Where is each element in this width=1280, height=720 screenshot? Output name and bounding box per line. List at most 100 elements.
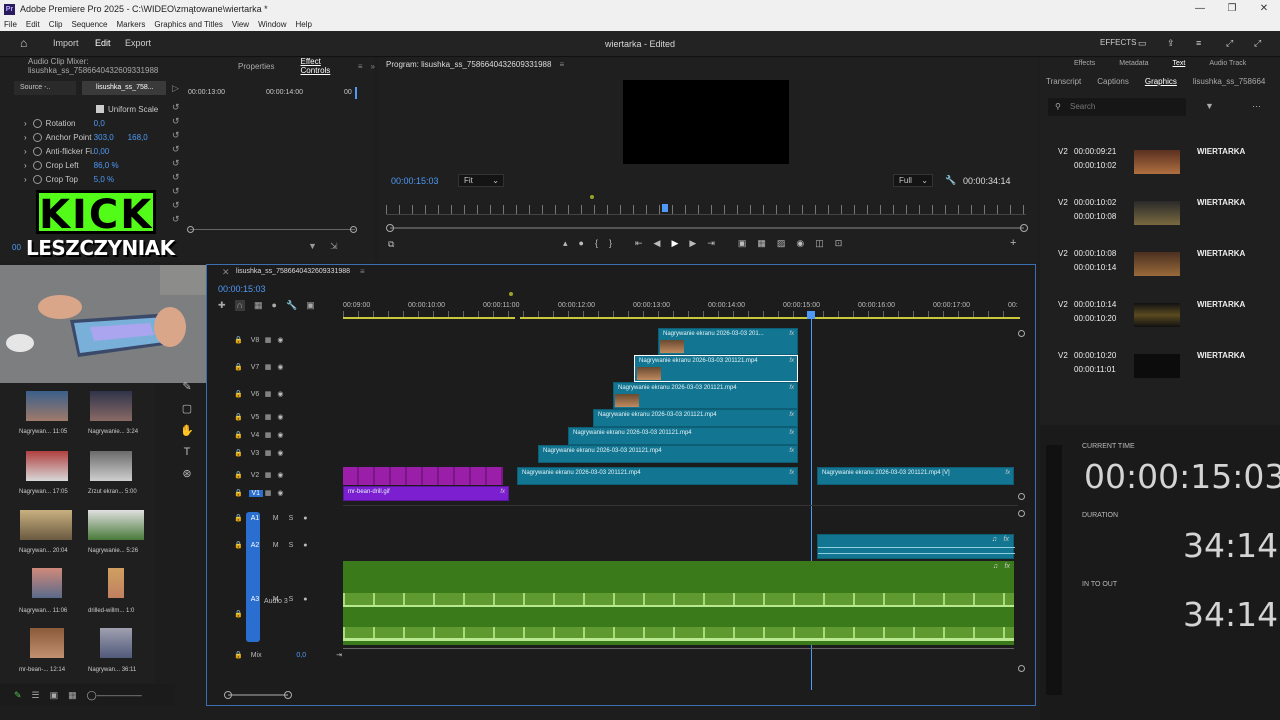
solo-button[interactable]: S	[289, 515, 294, 522]
reset-icon[interactable]: ↺	[172, 102, 180, 113]
step-forward-icon[interactable]: ▶	[689, 238, 696, 249]
expand-panels-icon[interactable]: »	[371, 62, 375, 71]
close-sequence-icon[interactable]: ✕	[222, 267, 230, 278]
stopwatch-icon[interactable]	[32, 118, 42, 128]
program-playhead[interactable]	[662, 204, 668, 212]
list-view-icon[interactable]: ☰	[32, 690, 40, 701]
tab-effects[interactable]: Effects	[1074, 60, 1095, 67]
graphics-item[interactable]: V2 00:00:10:14 00:00:10:20 WIERTARKA	[1040, 300, 1280, 340]
fullscreen-icon[interactable]: ⤢	[1254, 38, 1261, 49]
mute-button[interactable]: M	[273, 542, 279, 549]
menu-window[interactable]: Window	[258, 20, 286, 29]
go-to-in-icon[interactable]: ⇤	[635, 238, 643, 249]
pencil-icon[interactable]: ✎	[14, 690, 22, 701]
video-clip-v3[interactable]: Nagrywanie ekranu 2026-03-03 201121.mp4 f…	[538, 445, 798, 463]
linked-selection-icon[interactable]: ▦	[254, 300, 263, 311]
ec-timecode[interactable]: 00	[12, 243, 21, 252]
play-icon[interactable]: ▶	[671, 238, 678, 249]
go-to-out-icon[interactable]: ⇥	[707, 238, 715, 249]
project-thumb[interactable]	[20, 510, 72, 540]
eye-icon[interactable]: ◉	[277, 471, 283, 479]
microphone-icon[interactable]: ●	[303, 596, 307, 603]
project-thumb[interactable]	[32, 568, 62, 598]
eye-icon[interactable]: ◉	[277, 390, 283, 398]
prop-value-2[interactable]: 168,0	[128, 133, 148, 142]
panel-menu-icon[interactable]: ≡	[358, 62, 363, 71]
stopwatch-icon[interactable]	[32, 174, 42, 184]
project-thumb[interactable]	[108, 568, 124, 598]
nest-icon[interactable]: ✚	[218, 300, 226, 311]
close-icon[interactable]: ✕	[1248, 0, 1280, 18]
mark-in-icon[interactable]: {	[595, 238, 598, 249]
uniform-scale-checkbox[interactable]	[96, 105, 104, 113]
add-marker-icon[interactable]: ●	[272, 300, 277, 311]
reset-icon[interactable]: ↺	[172, 200, 180, 211]
go-to-end-icon[interactable]: ⇥	[336, 651, 342, 659]
program-timecode[interactable]: 00:00:15:03	[391, 176, 439, 186]
overwrite-icon[interactable]: ▦	[757, 238, 766, 249]
program-zoom-left[interactable]	[386, 224, 394, 232]
tab-audio-clip-mixer[interactable]: Audio Clip Mixer: lisushka_ss_7586640432…	[0, 57, 218, 75]
video-clip-v2-right[interactable]: Nagrywanie ekranu 2026-03-03 201121.mp4 …	[817, 467, 1014, 485]
reset-icon[interactable]: ↺	[172, 144, 180, 155]
ec-zoom-handle-left[interactable]	[187, 226, 194, 233]
menu-sequence[interactable]: Sequence	[71, 20, 107, 29]
mix-value[interactable]: 0,0	[296, 652, 306, 659]
tab-text[interactable]: Text	[1172, 60, 1185, 67]
graphics-item[interactable]: V2 00:00:10:20 00:00:11:01 WIERTARKA	[1040, 351, 1280, 391]
tab-sequence[interactable]: lisushka_ss_758664	[1193, 77, 1266, 86]
auto-tool-icon[interactable]: ⊛	[182, 467, 191, 480]
gif-clip-v1[interactable]: mr-bean-drill.gif fx	[343, 486, 509, 501]
filter-icon[interactable]: ▼	[308, 241, 317, 251]
audio-source-patch[interactable]	[246, 512, 260, 642]
project-thumb[interactable]	[100, 628, 132, 658]
project-thumb[interactable]	[30, 628, 64, 658]
hand-tool-icon[interactable]: ✋	[180, 424, 194, 437]
mark-out-icon[interactable]: }	[609, 238, 612, 249]
lift-icon[interactable]: ▴	[563, 238, 568, 249]
icon-view-icon[interactable]: ▣	[50, 690, 59, 701]
program-menu-icon[interactable]: ≡	[559, 60, 564, 69]
wrench-icon[interactable]: 🔧	[945, 175, 956, 186]
export-tab[interactable]: Export	[125, 38, 151, 48]
project-thumb[interactable]	[26, 451, 68, 481]
comparison-view-icon[interactable]: ◫	[815, 238, 824, 249]
play-only-icon[interactable]: ▷	[172, 83, 179, 94]
insert-icon[interactable]: ▣	[738, 238, 747, 249]
timeline-h-scrollbar[interactable]	[228, 694, 288, 696]
tab-transcript[interactable]: Transcript	[1046, 77, 1081, 86]
freeform-view-icon[interactable]: ▦	[68, 690, 77, 701]
graphics-item[interactable]: V2 00:00:10:08 00:00:10:14 WIERTARKA	[1040, 249, 1280, 289]
sequence-tab[interactable]: lisushka_ss_7586640432609331988	[236, 268, 350, 275]
video-clip-v2[interactable]: Nagrywanie ekranu 2026-03-03 201121.mp4 f…	[517, 467, 798, 485]
more-options-icon[interactable]: ⋯	[1252, 101, 1261, 112]
menu-clip[interactable]: Clip	[49, 20, 63, 29]
panel-icon[interactable]: ▭	[1138, 38, 1147, 49]
video-clip-v4[interactable]: Nagrywanie ekranu 2026-03-03 201121.mp4 f…	[568, 427, 798, 445]
track-label[interactable]: V1	[248, 489, 263, 497]
tab-audio-track[interactable]: Audio Track	[1209, 60, 1246, 67]
solo-button[interactable]: S	[289, 542, 294, 549]
minimize-icon[interactable]: —	[1184, 0, 1216, 18]
menu-help[interactable]: Help	[296, 20, 312, 29]
add-button-icon[interactable]: +	[1010, 237, 1016, 249]
reset-icon[interactable]: ↺	[172, 172, 180, 183]
stopwatch-icon[interactable]	[32, 146, 42, 156]
eye-icon[interactable]: ◉	[277, 431, 283, 439]
extract-icon[interactable]: ▨	[777, 238, 786, 249]
project-thumb[interactable]	[90, 451, 132, 481]
tab-captions[interactable]: Captions	[1097, 77, 1129, 86]
tab-effect-controls[interactable]: Effect Controls	[283, 57, 358, 75]
program-zoom-right[interactable]	[1020, 224, 1028, 232]
camera-icon[interactable]: ◉	[796, 238, 804, 249]
graphics-search-input[interactable]: ⚲ Search	[1048, 98, 1186, 116]
menu-edit[interactable]: Edit	[26, 20, 40, 29]
h-scroll-right[interactable]	[284, 691, 292, 699]
tab-properties[interactable]: Properties	[218, 62, 282, 71]
work-area-bar[interactable]	[520, 317, 1020, 319]
menu-lines-icon[interactable]: ≡	[1196, 38, 1201, 48]
prop-value[interactable]: 0,0	[94, 119, 128, 128]
prop-value[interactable]: 303,0	[94, 133, 128, 142]
reset-icon[interactable]: ↺	[172, 130, 180, 141]
solo-button[interactable]: S	[289, 596, 294, 603]
